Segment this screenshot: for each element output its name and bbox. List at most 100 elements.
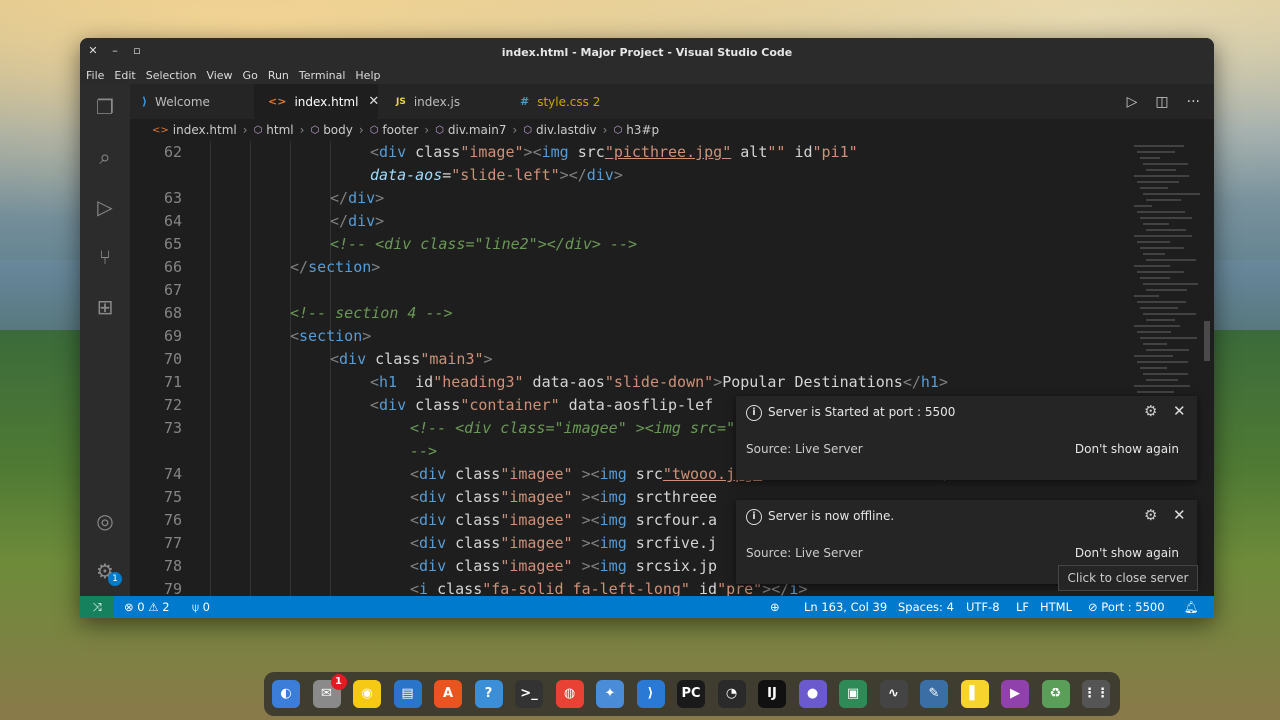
dont-show-again-button[interactable]: Don't show again [1075, 442, 1179, 456]
screen-recorder-icon[interactable]: ● [798, 680, 827, 708]
code-line[interactable]: 71 <h1 id"heading3" data-aos"slide-down">… [130, 371, 1130, 394]
extensions-icon[interactable]: ⊞ [92, 294, 118, 320]
code-line[interactable]: 62 <div class"image"><img src"picthree.jp… [130, 141, 1130, 164]
menu-help[interactable]: Help [355, 69, 380, 82]
dont-show-again-button[interactable]: Don't show again [1075, 546, 1179, 560]
minimize-window-icon[interactable]: – [108, 44, 122, 58]
video-icon[interactable]: ▶ [1001, 680, 1029, 708]
menu-run[interactable]: Run [268, 69, 289, 82]
close-icon[interactable]: ✕ [1173, 402, 1186, 420]
apps-grid-icon[interactable]: ⋮⋮ [1082, 680, 1110, 708]
files-icon[interactable]: ◐ [272, 680, 300, 708]
explorer-icon[interactable]: ❐ [92, 94, 118, 120]
tab-label: index.js [413, 94, 461, 109]
code-line[interactable]: 67 [130, 279, 1130, 302]
more-actions-icon[interactable]: ··· [1187, 94, 1200, 110]
code-line[interactable]: 63 </div> [130, 187, 1130, 210]
minimap-line [1137, 361, 1188, 363]
menu-view[interactable]: View [206, 69, 232, 82]
tab-index-html[interactable]: <> index.html ✕ [254, 84, 379, 119]
menu-file[interactable]: File [86, 69, 104, 82]
run-debug-icon[interactable]: ▷ [92, 194, 118, 220]
split-editor-icon[interactable]: ◫ [1155, 94, 1168, 110]
minimap-line [1146, 289, 1187, 291]
source-control-icon[interactable]: ⑂ [92, 244, 118, 270]
code-text: --> [410, 442, 438, 460]
code-line[interactable]: 68 <!-- section 4 --> [130, 302, 1130, 325]
zoom-icon[interactable]: ⊕ [770, 596, 780, 618]
tab-style-css[interactable]: # style.css 2 [510, 84, 630, 119]
breadcrumb-item[interactable]: footer [382, 123, 418, 137]
notification-source: Source: Live Server [746, 546, 863, 560]
tab-label: Welcome [155, 94, 210, 109]
problems-indicator[interactable]: ⊗ 0 ⚠ 2 [124, 596, 170, 618]
ports-indicator[interactable]: ⍦ 0 [192, 596, 210, 618]
code-line[interactable]: 70 <div class"main3"> [130, 348, 1130, 371]
editor-tabs: ⟩ Welcome <> index.html ✕ JS index.js # … [130, 84, 1214, 119]
system-monitor-icon[interactable]: ∿ [879, 680, 908, 708]
minimap-line [1143, 223, 1169, 225]
notification-source: Source: Live Server [746, 442, 863, 456]
text-editor-icon[interactable]: ✎ [920, 680, 948, 708]
extensions-icon[interactable]: ✦ [596, 680, 624, 708]
run-icon[interactable]: ▷ [1127, 94, 1138, 110]
breadcrumb-item[interactable]: div.lastdiv [536, 123, 597, 137]
tab-welcome[interactable]: ⟩ Welcome [130, 84, 252, 119]
breadcrumb-item[interactable]: div.main7 [448, 123, 507, 137]
code-line[interactable]: data-aos="slide-left"></div> [130, 164, 1130, 187]
vertical-scrollbar[interactable] [1200, 141, 1214, 596]
encoding[interactable]: UTF-8 [966, 596, 1000, 618]
notifications-bell-icon[interactable]: 🔔︎ [1184, 596, 1199, 618]
maximize-window-icon[interactable]: ▫ [130, 44, 144, 58]
indentation[interactable]: Spaces: 4 [898, 596, 954, 618]
accounts-icon[interactable]: ◎ [92, 508, 118, 534]
trash-icon[interactable]: ♻ [1041, 680, 1070, 708]
live-server-port[interactable]: ⊘ Port : 5500 [1088, 596, 1165, 618]
writer-icon[interactable]: ▤ [393, 680, 422, 708]
intellij-icon[interactable]: IJ [758, 680, 786, 708]
minimap-line [1134, 265, 1170, 267]
code-line[interactable]: 66 </section> [130, 256, 1130, 279]
code-line[interactable]: 65 <!-- <div class="line2"></div> --> [130, 233, 1130, 256]
breadcrumb-item[interactable]: index.html [173, 123, 237, 137]
notes-icon[interactable]: ▌ [960, 680, 989, 708]
gpu-icon[interactable]: ▣ [839, 680, 867, 708]
code-line[interactable]: 69 <section> [130, 325, 1130, 348]
obs-icon[interactable]: ◔ [717, 680, 746, 708]
help-icon[interactable]: ? [474, 680, 503, 708]
menu-edit[interactable]: Edit [114, 69, 135, 82]
gear-icon[interactable]: ⚙ [1144, 506, 1157, 524]
minimap-line [1140, 307, 1178, 309]
close-tab-icon[interactable]: ✕ [368, 94, 379, 109]
software-icon[interactable]: A [434, 680, 462, 708]
remote-icon[interactable]: ⤨ [80, 596, 114, 618]
minimap-line [1137, 151, 1175, 153]
menu-go[interactable]: Go [243, 69, 258, 82]
breadcrumb-item[interactable]: html [266, 123, 293, 137]
minimap-line [1143, 343, 1167, 345]
line-ending[interactable]: LF [1016, 596, 1029, 618]
code-text: <!-- <div class="line2"></div> --> [330, 235, 638, 253]
breadcrumb-item[interactable]: body [323, 123, 353, 137]
gear-icon[interactable]: ⚙ [1144, 402, 1157, 420]
close-window-icon[interactable]: ✕ [86, 44, 100, 58]
close-icon[interactable]: ✕ [1173, 506, 1186, 524]
code-line[interactable]: 64 </div> [130, 210, 1130, 233]
terminal-icon[interactable]: >_ [515, 680, 543, 708]
chrome-icon[interactable]: ◍ [555, 680, 584, 708]
minimap-line [1146, 229, 1186, 231]
minimap-line [1143, 313, 1196, 315]
language-mode[interactable]: HTML [1040, 596, 1072, 618]
scroll-thumb[interactable] [1204, 321, 1210, 361]
search-icon[interactable]: ⌕ [92, 144, 118, 170]
rhythmbox-icon[interactable]: ◉ [353, 680, 381, 708]
menu-terminal[interactable]: Terminal [299, 69, 346, 82]
tab-label: style.css 2 [537, 94, 601, 109]
vscode-icon[interactable]: ⟩ [636, 680, 665, 708]
pycharm-icon[interactable]: PC [677, 680, 705, 708]
menu-selection[interactable]: Selection [146, 69, 197, 82]
tab-index-js[interactable]: JS index.js [384, 84, 502, 119]
cursor-position[interactable]: Ln 163, Col 39 [804, 596, 887, 618]
breadcrumb-item[interactable]: h3#p [626, 123, 659, 137]
mail-icon[interactable]: ✉ 1 [312, 674, 347, 708]
